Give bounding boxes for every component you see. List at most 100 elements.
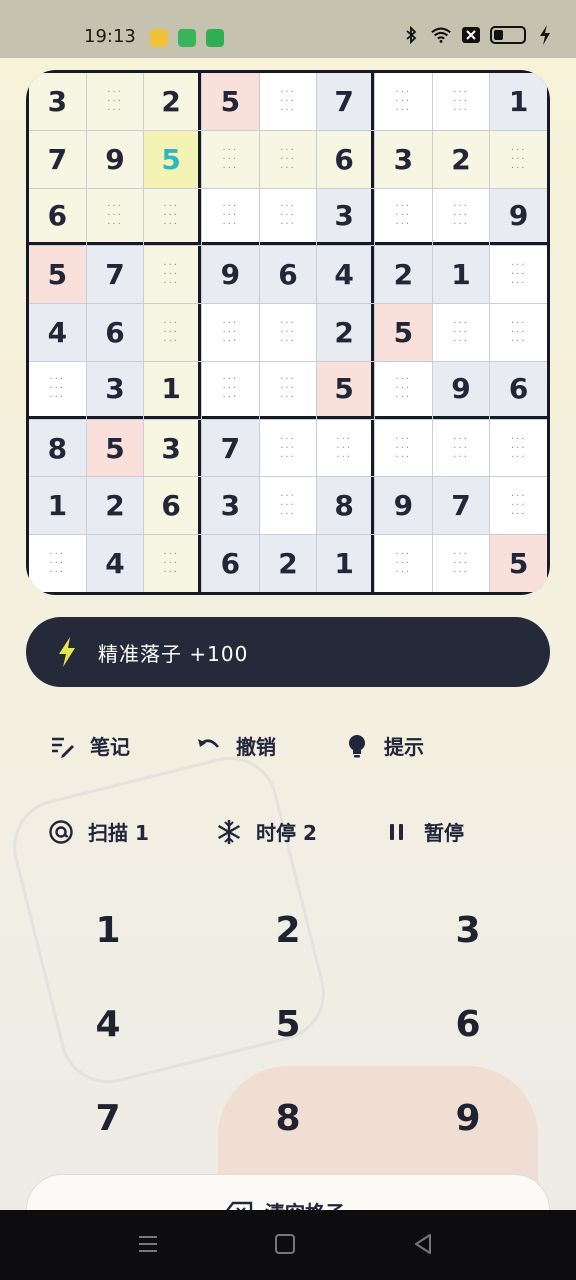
sudoku-cell[interactable]: ··· ··· ··· — [144, 246, 201, 304]
sudoku-cell[interactable]: 8 — [317, 477, 374, 535]
scan-button[interactable]: 扫描 1 — [48, 817, 149, 846]
sudoku-cell[interactable]: 6 — [202, 535, 259, 592]
sudoku-cell[interactable]: ··· ··· ··· — [375, 419, 432, 477]
sudoku-cell[interactable]: ··· ··· ··· — [144, 535, 201, 592]
sudoku-cell[interactable]: 9 — [432, 361, 490, 419]
sudoku-cell[interactable]: ··· ··· ··· — [259, 130, 317, 188]
back-icon[interactable] — [412, 1232, 434, 1256]
sudoku-cell[interactable]: 1 — [29, 477, 86, 535]
sudoku-cell[interactable]: 2 — [259, 535, 317, 592]
sudoku-cell[interactable]: ··· ··· ··· — [490, 477, 547, 535]
sudoku-cell[interactable]: 5 — [375, 304, 432, 361]
sudoku-cell[interactable]: ··· ··· ··· — [259, 361, 317, 419]
sudoku-cell[interactable]: 4 — [29, 304, 86, 361]
sudoku-cell[interactable]: ··· ··· ··· — [432, 73, 490, 130]
sudoku-cell[interactable]: 5 — [490, 535, 547, 592]
cell-value: 9 — [508, 198, 529, 232]
sudoku-cell[interactable]: 9 — [202, 246, 259, 304]
sudoku-cell[interactable]: ··· ··· ··· — [432, 188, 490, 246]
numpad-key-3[interactable]: 3 — [428, 900, 508, 960]
menu-icon[interactable] — [136, 1232, 160, 1256]
sudoku-cell[interactable]: 6 — [86, 304, 144, 361]
sudoku-cell[interactable]: 7 — [202, 419, 259, 477]
sudoku-cell[interactable]: 2 — [144, 73, 201, 130]
sudoku-cell[interactable]: 3 — [86, 361, 144, 419]
sudoku-cell[interactable]: 5 — [317, 361, 374, 419]
sudoku-cell[interactable]: ··· ··· ··· — [86, 188, 144, 246]
sudoku-cell[interactable]: ··· ··· ··· — [490, 419, 547, 477]
sudoku-cell[interactable]: 5 — [202, 73, 259, 130]
sudoku-cell[interactable]: ··· ··· ··· — [29, 535, 86, 592]
sudoku-cell[interactable]: 6 — [317, 130, 374, 188]
sudoku-cell[interactable]: 6 — [144, 477, 201, 535]
sudoku-cell[interactable]: ··· ··· ··· — [144, 188, 201, 246]
sudoku-cell[interactable]: ··· ··· ··· — [29, 361, 86, 419]
sudoku-cell[interactable]: 6 — [259, 246, 317, 304]
sudoku-cell[interactable]: ··· ··· ··· — [432, 535, 490, 592]
sudoku-cell[interactable]: ··· ··· ··· — [202, 188, 259, 246]
sudoku-cell[interactable]: ··· ··· ··· — [259, 477, 317, 535]
sudoku-cell[interactable]: 4 — [317, 246, 374, 304]
freeze-button[interactable]: 时停 2 — [216, 817, 317, 846]
numpad-key-1[interactable]: 1 — [68, 900, 148, 960]
numpad-key-4[interactable]: 4 — [68, 994, 148, 1054]
sudoku-cell[interactable]: 5 — [86, 419, 144, 477]
sudoku-cell[interactable]: 4 — [86, 535, 144, 592]
sudoku-cell[interactable]: 5 — [29, 246, 86, 304]
sudoku-cell[interactable]: 2 — [432, 130, 490, 188]
sudoku-cell[interactable]: ··· ··· ··· — [202, 304, 259, 361]
sudoku-cell[interactable]: 3 — [375, 130, 432, 188]
sudoku-cell[interactable]: ··· ··· ··· — [144, 304, 201, 361]
undo-button[interactable]: 撤销 — [196, 731, 276, 760]
sudoku-cell[interactable]: 6 — [490, 361, 547, 419]
sudoku-cell[interactable]: 3 — [317, 188, 374, 246]
sudoku-cell[interactable]: ··· ··· ··· — [259, 188, 317, 246]
sudoku-cell[interactable]: 3 — [29, 73, 86, 130]
sudoku-cell[interactable]: 5 — [144, 130, 201, 188]
sudoku-cell[interactable]: 1 — [432, 246, 490, 304]
sudoku-cell[interactable]: ··· ··· ··· — [490, 304, 547, 361]
sudoku-cell[interactable]: ··· ··· ··· — [259, 304, 317, 361]
sudoku-cell[interactable]: ··· ··· ··· — [375, 361, 432, 419]
sudoku-cell[interactable]: 8 — [29, 419, 86, 477]
sudoku-cell[interactable]: ··· ··· ··· — [375, 535, 432, 592]
sudoku-cell[interactable]: 2 — [86, 477, 144, 535]
sudoku-cell[interactable]: ··· ··· ··· — [490, 246, 547, 304]
sudoku-cell[interactable]: ··· ··· ··· — [490, 130, 547, 188]
sudoku-cell[interactable]: 3 — [202, 477, 259, 535]
notes-button[interactable]: 笔记 — [50, 731, 130, 760]
sudoku-cell[interactable]: 7 — [29, 130, 86, 188]
sudoku-cell[interactable]: ··· ··· ··· — [86, 73, 144, 130]
sudoku-cell[interactable]: 7 — [432, 477, 490, 535]
sudoku-cell[interactable]: 9 — [375, 477, 432, 535]
sudoku-cell[interactable]: 7 — [86, 246, 144, 304]
sudoku-cell[interactable]: 6 — [29, 188, 86, 246]
numpad-key-7[interactable]: 7 — [68, 1088, 148, 1148]
sudoku-cell[interactable]: ··· ··· ··· — [259, 73, 317, 130]
numpad-key-8[interactable]: 8 — [248, 1088, 328, 1148]
sudoku-cell[interactable]: ··· ··· ··· — [432, 419, 490, 477]
sudoku-cell[interactable]: ··· ··· ··· — [432, 304, 490, 361]
numpad-key-5[interactable]: 5 — [248, 994, 328, 1054]
sudoku-cell[interactable]: 1 — [144, 361, 201, 419]
sudoku-cell[interactable]: 2 — [317, 304, 374, 361]
sudoku-cell[interactable]: 7 — [317, 73, 374, 130]
sudoku-cell[interactable]: ··· ··· ··· — [317, 419, 374, 477]
pause-button[interactable]: 暂停 — [384, 817, 464, 846]
sudoku-cell[interactable]: 1 — [317, 535, 374, 592]
numpad-key-2[interactable]: 2 — [248, 900, 328, 960]
sudoku-cell[interactable]: 3 — [144, 419, 201, 477]
sudoku-cell[interactable]: ··· ··· ··· — [259, 419, 317, 477]
home-icon[interactable] — [274, 1232, 296, 1256]
numpad-key-9[interactable]: 9 — [428, 1088, 508, 1148]
hint-button[interactable]: 提示 — [344, 731, 424, 760]
numpad-key-6[interactable]: 6 — [428, 994, 508, 1054]
sudoku-cell[interactable]: ··· ··· ··· — [202, 361, 259, 419]
sudoku-cell[interactable]: ··· ··· ··· — [375, 188, 432, 246]
sudoku-cell[interactable]: 9 — [86, 130, 144, 188]
sudoku-cell[interactable]: ··· ··· ··· — [375, 73, 432, 130]
sudoku-cell[interactable]: 9 — [490, 188, 547, 246]
sudoku-cell[interactable]: 1 — [490, 73, 547, 130]
sudoku-cell[interactable]: ··· ··· ··· — [202, 130, 259, 188]
sudoku-cell[interactable]: 2 — [375, 246, 432, 304]
